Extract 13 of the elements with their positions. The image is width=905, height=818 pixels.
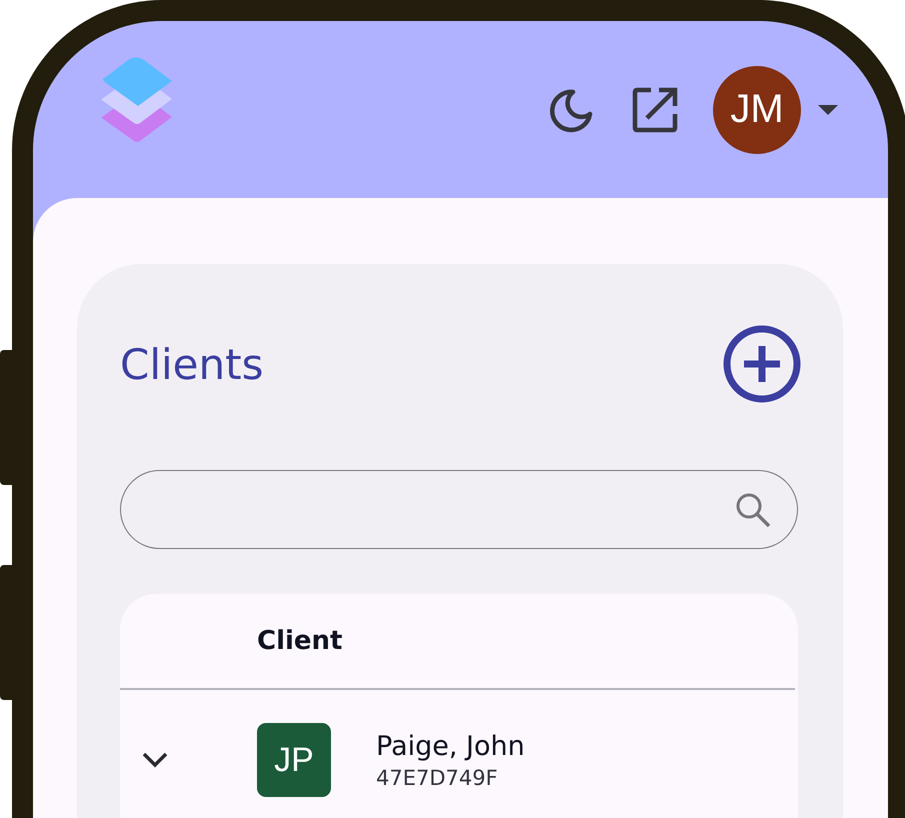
client-id: 47E7D749F — [376, 766, 499, 790]
client-avatar: JP — [257, 723, 331, 797]
stacked-layers-logo-icon — [100, 54, 174, 144]
caret-icon[interactable] — [818, 104, 838, 114]
open-external-icon[interactable] — [631, 86, 679, 134]
add-client-icon[interactable] — [722, 324, 802, 404]
chevron-icon[interactable] — [142, 752, 168, 768]
client-name[interactable]: Paige, John — [376, 730, 525, 762]
column-header: Client — [257, 626, 342, 656]
search-field[interactable] — [120, 470, 798, 549]
search-icon[interactable] — [735, 492, 771, 528]
user-avatar[interactable]: JM — [713, 66, 801, 154]
page-title: Clients — [120, 340, 264, 388]
